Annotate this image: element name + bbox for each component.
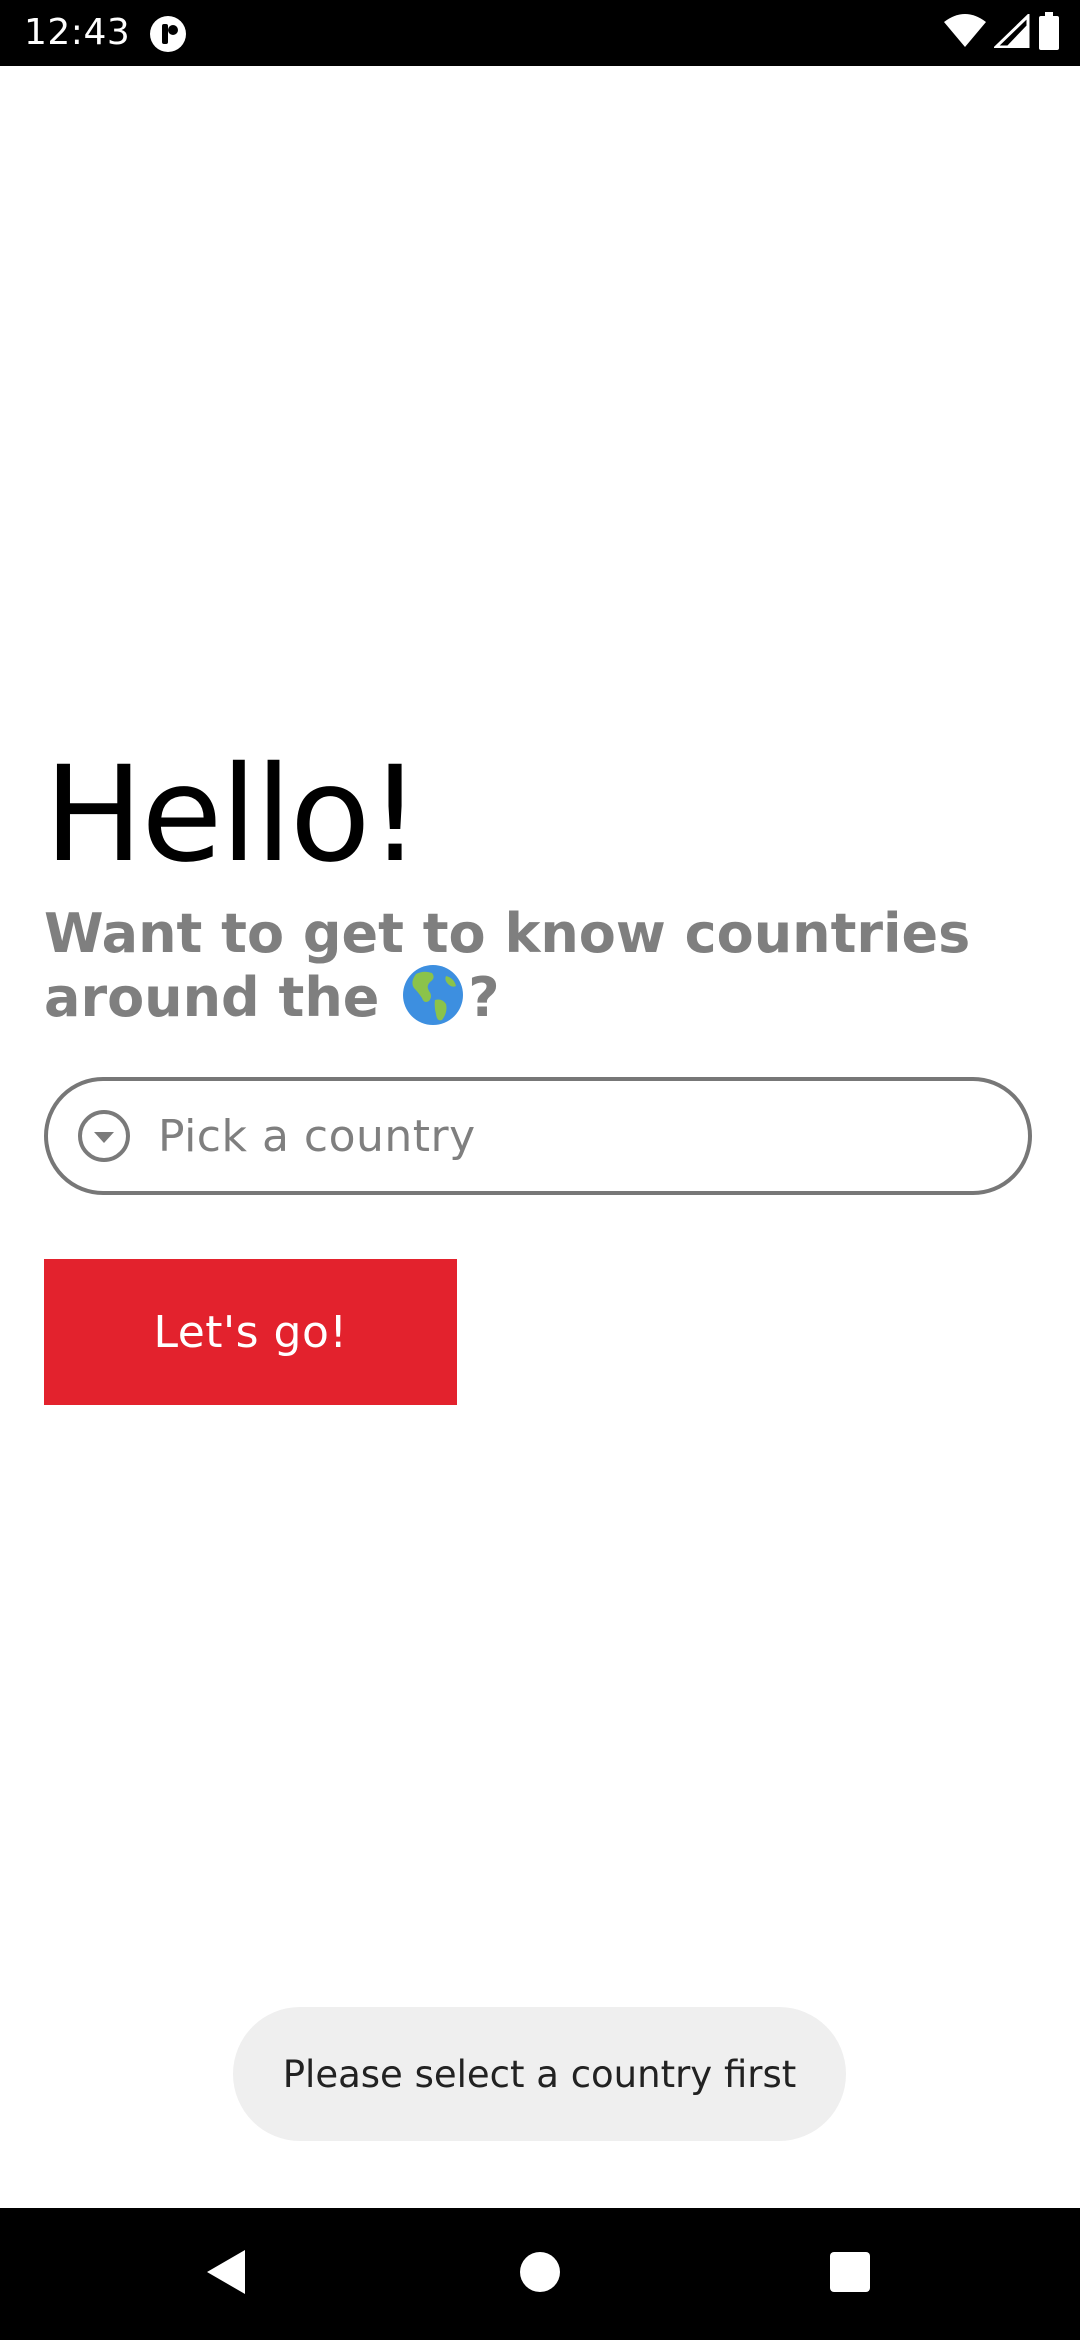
country-picker-placeholder: Pick a country [158, 1110, 476, 1162]
globe-americas-icon [402, 964, 464, 1026]
subtitle-question-mark: ? [468, 966, 500, 1029]
wifi-icon [944, 13, 986, 53]
recents-square-icon [829, 2251, 871, 2298]
navigation-bar [0, 2208, 1080, 2340]
toast-message: Please select a country first [233, 2007, 846, 2141]
status-bar: 12:43 [0, 0, 1080, 66]
home-circle-icon [518, 2250, 562, 2299]
back-button[interactable] [145, 2208, 305, 2340]
recents-button[interactable] [770, 2208, 930, 2340]
app-notification-icon [148, 14, 188, 54]
cell-signal-icon [992, 11, 1030, 53]
page-subtitle: Want to get to know countries around the… [44, 902, 1044, 1032]
page-title: Hello! [44, 738, 421, 892]
status-icons [944, 11, 1060, 55]
lets-go-button[interactable]: Let's go! [44, 1259, 457, 1405]
chevron-down-circle-icon [76, 1108, 132, 1164]
home-button[interactable] [460, 2208, 620, 2340]
status-time: 12:43 [24, 12, 131, 53]
country-picker[interactable]: Pick a country [44, 1077, 1032, 1195]
battery-icon [1038, 11, 1060, 55]
subtitle-text: Want to get to know countries around the [44, 902, 971, 1029]
app-screen: 12:43 Hello! Want to get to know countri… [0, 0, 1080, 2340]
back-triangle-icon [203, 2248, 247, 2301]
